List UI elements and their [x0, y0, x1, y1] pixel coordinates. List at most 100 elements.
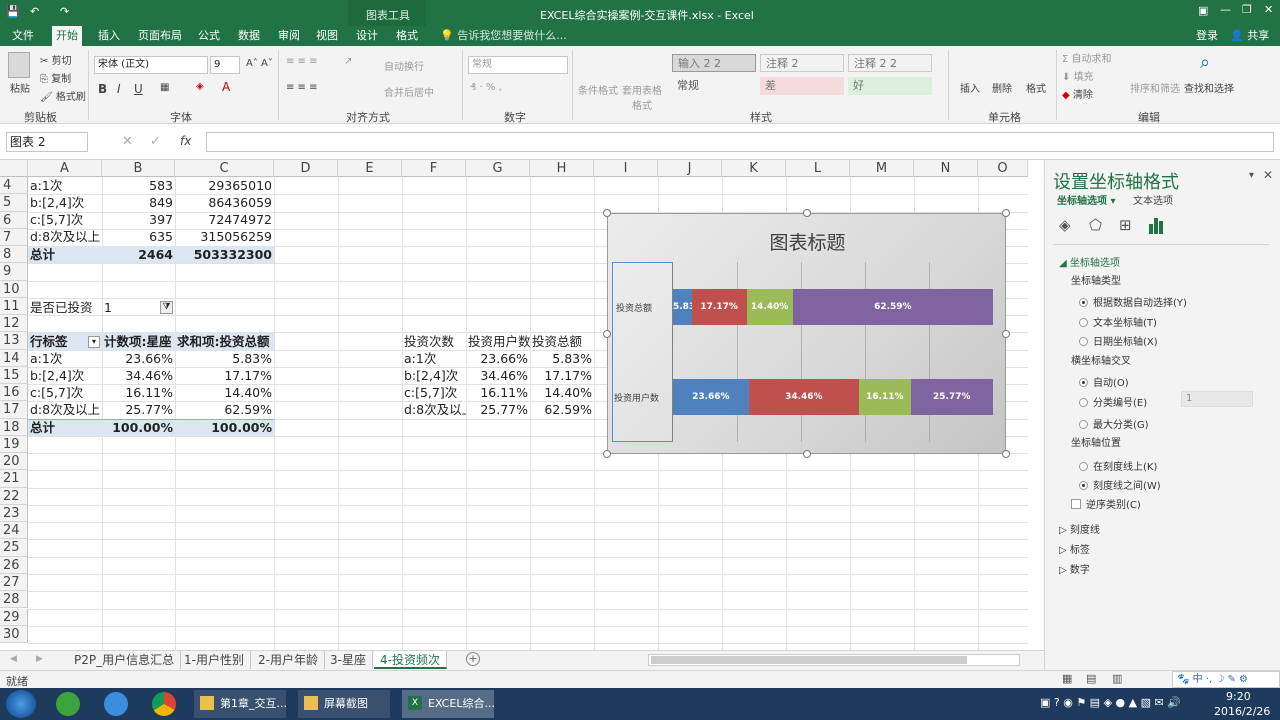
row-header[interactable]: 25: [0, 539, 28, 557]
section-axis-options[interactable]: ◢ 坐标轴选项: [1059, 254, 1120, 269]
category-axis-selected[interactable]: [612, 262, 673, 442]
row-header[interactable]: 14: [0, 349, 28, 367]
cell[interactable]: 72474972: [175, 211, 272, 228]
cell[interactable]: c:[5,7]次: [30, 211, 102, 228]
cell[interactable]: 62.59%: [530, 401, 592, 418]
size-properties-icon[interactable]: ⊞: [1119, 216, 1132, 234]
percent-icon[interactable]: ₰ · % ,: [470, 82, 502, 93]
col-header[interactable]: C: [175, 160, 274, 177]
row-header[interactable]: 19: [0, 435, 28, 454]
cell[interactable]: 34.46%: [102, 367, 173, 384]
sheet-tab-active[interactable]: 4-投资频次: [374, 651, 447, 669]
cell[interactable]: 17.17%: [175, 367, 272, 384]
cell[interactable]: 5.83%: [530, 350, 592, 367]
cell[interactable]: a:1次: [30, 350, 102, 367]
horizontal-scrollbar[interactable]: [648, 654, 1020, 666]
cancel-icon[interactable]: ✕: [122, 134, 133, 149]
radio-cross-max[interactable]: 最大分类(G): [1079, 416, 1149, 431]
sheet-tab[interactable]: 2-用户年龄: [252, 651, 325, 669]
app-feather-icon[interactable]: [104, 692, 128, 716]
tell-me-input[interactable]: 💡 告诉我您想要做什么...: [436, 26, 571, 46]
cell[interactable]: 2464: [102, 246, 173, 263]
clear-button[interactable]: ◆ 清除: [1062, 86, 1093, 101]
bar-segment[interactable]: 34.46%: [748, 379, 859, 415]
style-note2[interactable]: 注释 2: [760, 54, 844, 72]
cell[interactable]: 投资用户数: [468, 333, 530, 350]
cross-category-input[interactable]: 1: [1181, 391, 1253, 407]
app-360-icon[interactable]: [56, 692, 80, 716]
col-header[interactable]: L: [786, 160, 850, 177]
share-button[interactable]: 👤 共享: [1226, 26, 1273, 46]
minimize-icon[interactable]: —: [1220, 3, 1231, 16]
prev-sheet-icon[interactable]: ◀: [10, 654, 17, 664]
row-header[interactable]: 13: [0, 332, 28, 350]
bold-button[interactable]: B: [98, 82, 107, 96]
cell[interactable]: c:[5,7]次: [404, 384, 466, 401]
bar-segment[interactable]: 23.66%: [673, 379, 749, 415]
resize-handle[interactable]: [803, 209, 811, 217]
sort-filter-button[interactable]: 排序和筛选: [1130, 80, 1180, 95]
row-header[interactable]: 6: [0, 211, 28, 229]
underline-button[interactable]: U: [134, 82, 143, 96]
plot-area[interactable]: 5.83%17.17%14.40%62.59% 23.66%34.46%16.11…: [673, 262, 993, 442]
row-header[interactable]: 9: [0, 263, 28, 281]
taskbar-item-folder[interactable]: 第1章_交互...: [194, 690, 286, 718]
col-header[interactable]: D: [274, 160, 338, 177]
tab-design[interactable]: 设计: [352, 26, 382, 46]
next-sheet-icon[interactable]: ▶: [36, 654, 43, 664]
font-name-combo[interactable]: 宋体 (正文): [94, 56, 208, 74]
insert-cells-button[interactable]: 插入: [960, 80, 980, 95]
clock-date[interactable]: 2016/2/26: [1214, 705, 1270, 718]
cell[interactable]: 14.40%: [175, 384, 272, 401]
row-header[interactable]: 10: [0, 280, 28, 298]
grow-font-icon[interactable]: A˄ A˅: [246, 58, 273, 69]
login-link[interactable]: 登录: [1192, 26, 1222, 46]
resize-handle[interactable]: [1002, 330, 1010, 338]
resize-handle[interactable]: [603, 330, 611, 338]
font-color-icon[interactable]: A: [222, 80, 230, 94]
row-header[interactable]: 4: [0, 177, 28, 195]
tab-data[interactable]: 数据: [234, 26, 264, 46]
row-header[interactable]: 27: [0, 573, 28, 592]
cell[interactable]: a:1次: [404, 350, 466, 367]
bar-segment[interactable]: 17.17%: [691, 289, 747, 325]
cut-button[interactable]: ✂ 剪切: [40, 52, 72, 67]
sheet-tab[interactable]: P2P_用户信息汇总: [68, 651, 182, 669]
bar-segment[interactable]: 14.40%: [746, 289, 793, 325]
style-normal[interactable]: 常规: [672, 77, 756, 95]
style-good[interactable]: 好: [848, 77, 932, 95]
radio-auto-select[interactable]: 根据数据自动选择(Y): [1079, 294, 1187, 309]
fill-color-icon[interactable]: ◈: [196, 81, 204, 92]
cell[interactable]: 86436059: [175, 194, 272, 211]
add-sheet-icon[interactable]: +: [466, 652, 480, 666]
chart-title[interactable]: 图表标题: [608, 228, 1007, 255]
row-header[interactable]: 11: [0, 297, 28, 316]
resize-handle[interactable]: [603, 450, 611, 458]
orientation-icon[interactable]: ↗: [344, 56, 352, 67]
dropdown-icon[interactable]: ▾: [88, 336, 100, 348]
section-tick-marks[interactable]: ▷ 刻度线: [1059, 521, 1100, 536]
restore-icon[interactable]: ❐: [1242, 3, 1252, 16]
cell[interactable]: 16.11%: [102, 384, 173, 401]
tab-review[interactable]: 审阅: [274, 26, 304, 46]
tab-view[interactable]: 视图: [312, 26, 342, 46]
col-header[interactable]: I: [594, 160, 658, 177]
border-icon[interactable]: ▦: [160, 82, 169, 93]
row-header[interactable]: 7: [0, 228, 28, 247]
cell[interactable]: b:[2,4]次: [30, 194, 102, 211]
col-header[interactable]: E: [338, 160, 402, 177]
paste-icon[interactable]: [8, 52, 30, 78]
col-header[interactable]: F: [402, 160, 466, 177]
h-scroll-thumb[interactable]: [651, 656, 967, 664]
bar-segment[interactable]: 5.83%: [673, 289, 692, 325]
row-header[interactable]: 21: [0, 470, 28, 488]
enter-icon[interactable]: ✓: [150, 134, 161, 149]
col-header[interactable]: H: [530, 160, 594, 177]
clock-time[interactable]: 9:20: [1226, 690, 1251, 703]
row-header[interactable]: 28: [0, 591, 28, 609]
row-header[interactable]: 15: [0, 366, 28, 385]
taskbar-item-screenshots[interactable]: 屏幕截图: [298, 690, 390, 718]
radio-cross-category[interactable]: 分类编号(E): [1079, 394, 1147, 409]
row-header[interactable]: 8: [0, 246, 28, 264]
conditional-format-button[interactable]: 条件格式: [578, 82, 618, 97]
